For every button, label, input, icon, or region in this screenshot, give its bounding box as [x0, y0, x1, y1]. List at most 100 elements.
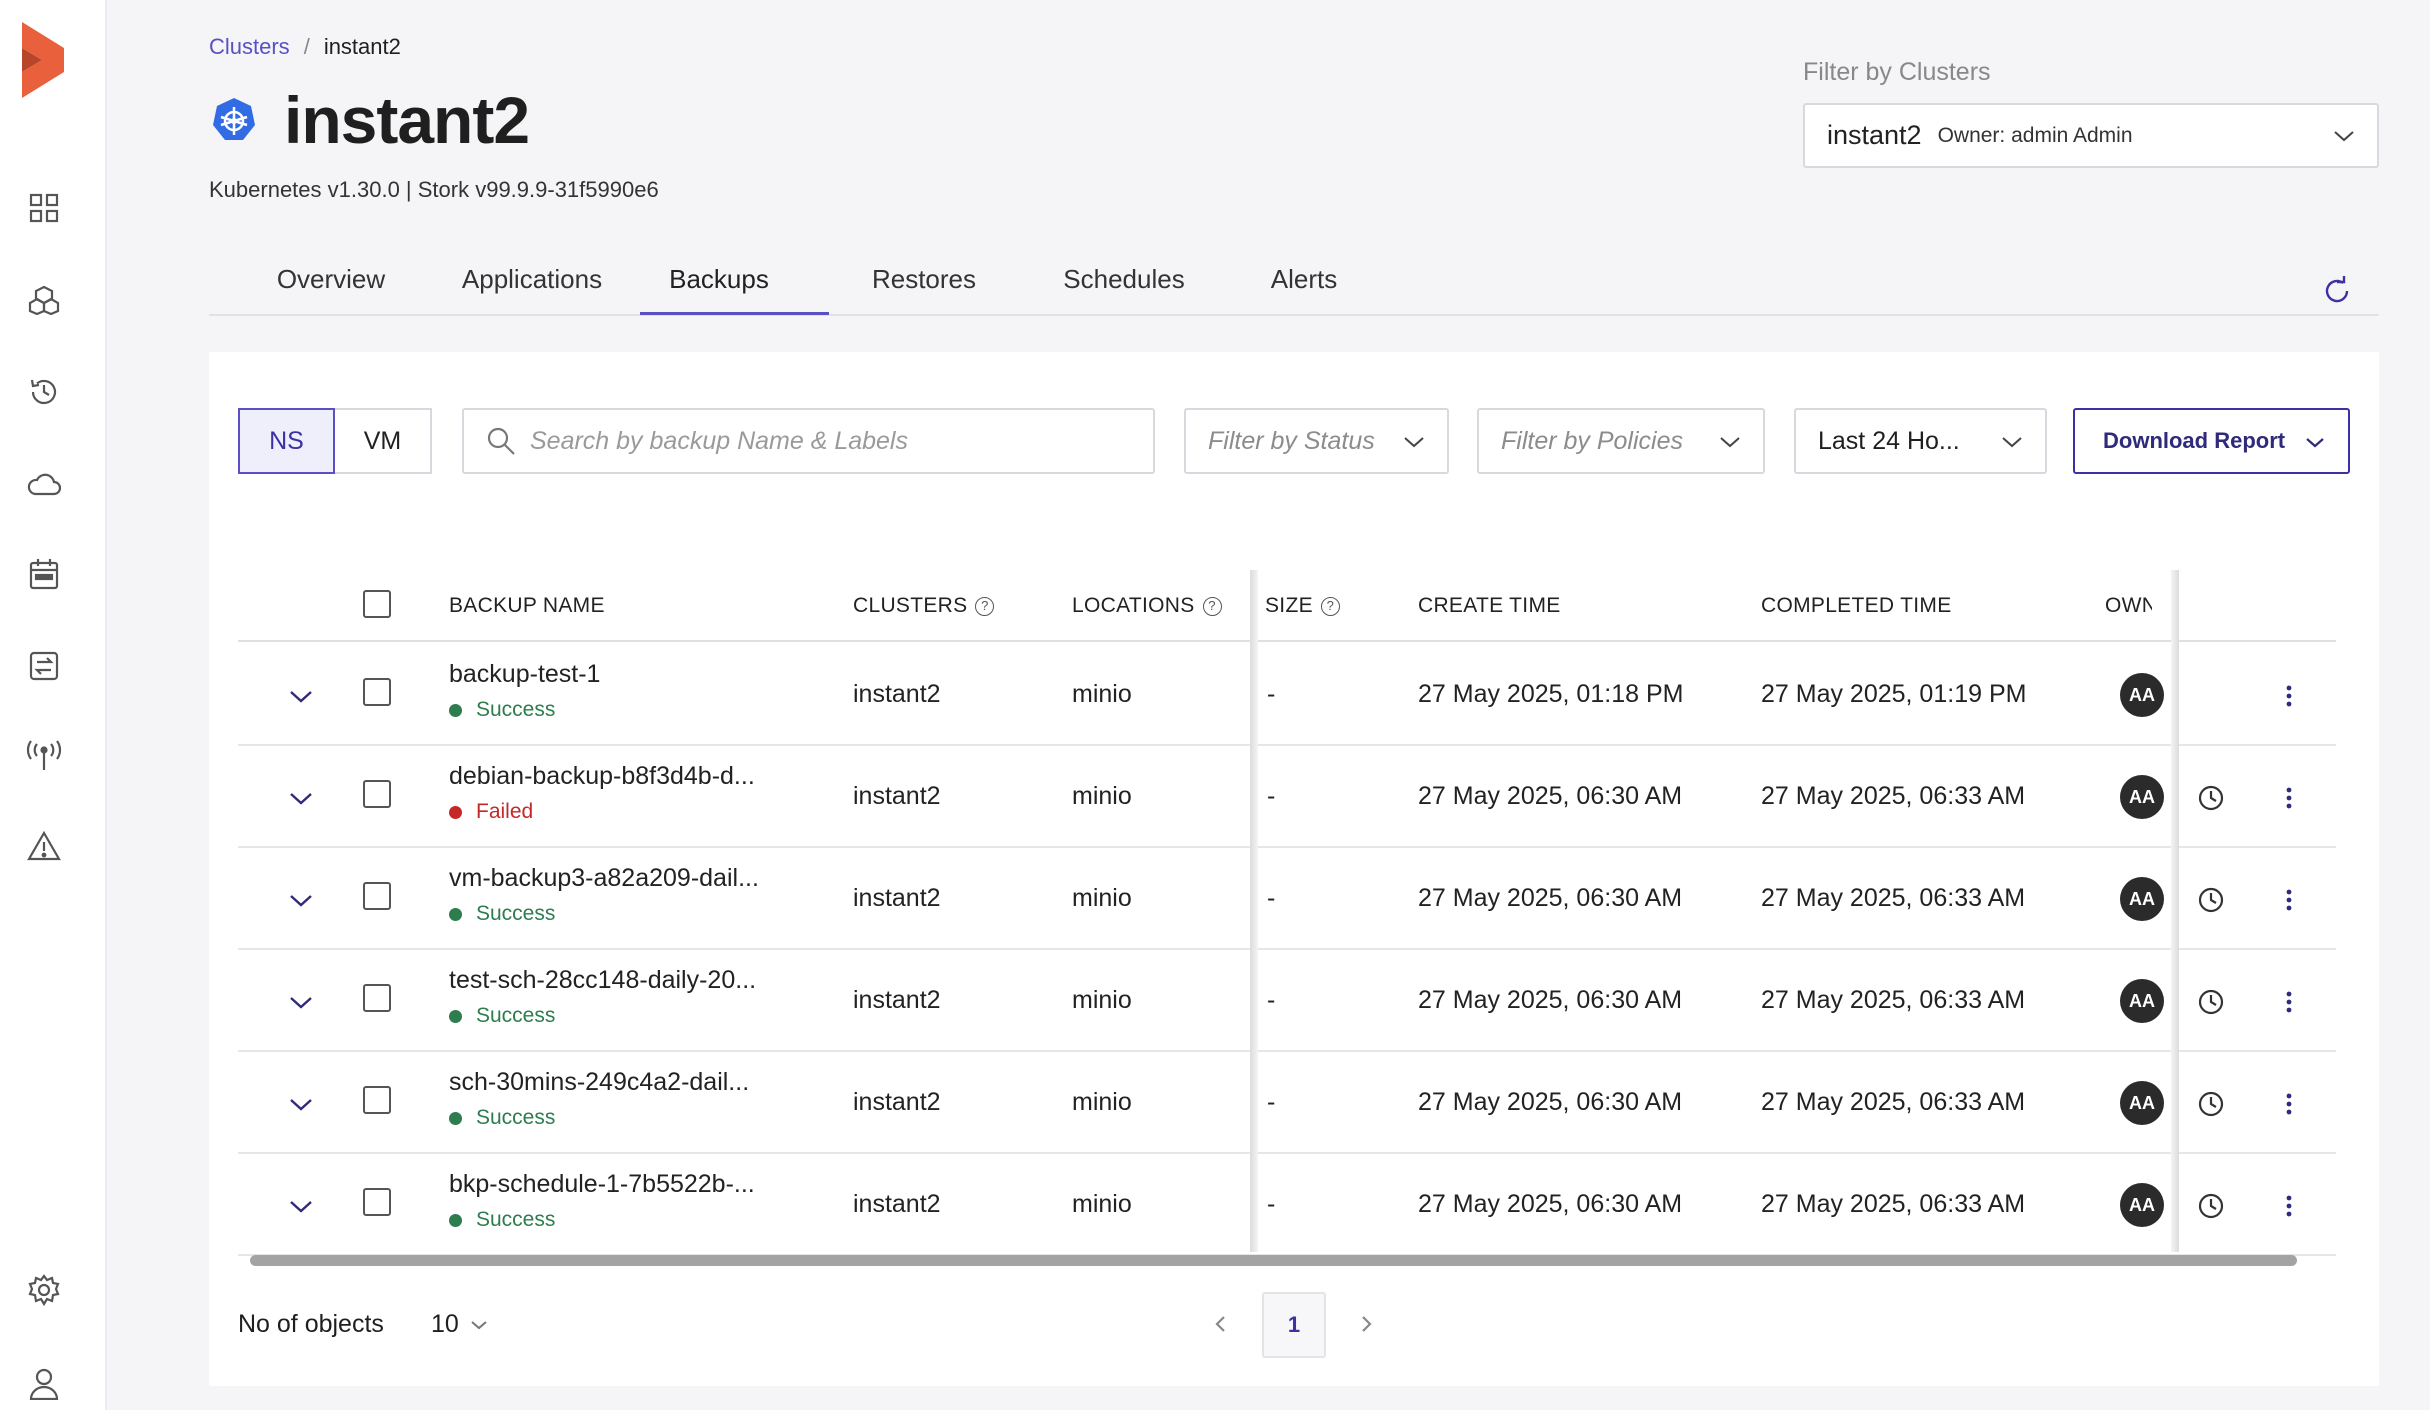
- breadcrumb-clusters-link[interactable]: Clusters: [209, 34, 290, 59]
- backup-name[interactable]: vm-backup3-a82a209-dail...: [449, 864, 759, 893]
- cluster-filter-value: instant2: [1827, 120, 1922, 150]
- backup-name[interactable]: backup-test-1: [449, 660, 600, 689]
- help-icon[interactable]: ?: [1202, 596, 1222, 616]
- tab-applications[interactable]: Applications: [437, 264, 627, 295]
- expand-chevron-icon[interactable]: [286, 784, 316, 814]
- chevron-down-icon: [2306, 438, 2324, 448]
- refresh-icon[interactable]: [2320, 274, 2354, 308]
- table-row[interactable]: vm-backup3-a82a209-dail... Success instant…: [238, 848, 2336, 950]
- status-filter-dropdown[interactable]: Filter by Status: [1184, 408, 1449, 474]
- create-time: 27 May 2025, 06:30 AM: [1418, 884, 1683, 912]
- expand-chevron-icon[interactable]: [286, 1090, 316, 1120]
- transfer-icon[interactable]: [24, 646, 64, 686]
- history-icon[interactable]: [24, 372, 64, 412]
- clock-icon[interactable]: [2196, 1089, 2226, 1119]
- chevron-down-icon: [2002, 437, 2022, 448]
- user-icon[interactable]: [24, 1364, 64, 1404]
- more-options-icon[interactable]: [2274, 783, 2304, 813]
- cluster-name: instant2: [853, 1088, 941, 1116]
- col-owner[interactable]: OWNEF: [2105, 594, 2152, 618]
- applications-icon[interactable]: [24, 280, 64, 320]
- row-checkbox[interactable]: [363, 780, 391, 808]
- cloud-icon[interactable]: [24, 464, 64, 504]
- completed-time: 27 May 2025, 06:33 AM: [1761, 1190, 2026, 1218]
- tab-alerts[interactable]: Alerts: [1239, 264, 1369, 295]
- more-options-icon[interactable]: [2274, 681, 2304, 711]
- row-checkbox[interactable]: [363, 1188, 391, 1216]
- backup-name[interactable]: test-sch-28cc148-daily-20...: [449, 966, 756, 995]
- search-input[interactable]: [530, 426, 1130, 456]
- table-row[interactable]: debian-backup-b8f3d4b-d... Failed instant2…: [238, 746, 2336, 848]
- cluster-filter-select[interactable]: instant2 Owner: admin Admin: [1803, 103, 2379, 168]
- tab-restores[interactable]: Restores: [849, 264, 999, 295]
- completed-time: 27 May 2025, 06:33 AM: [1761, 884, 2026, 912]
- select-all-checkbox[interactable]: [363, 590, 391, 618]
- status-dot: [449, 1009, 462, 1023]
- backup-size: -: [1267, 1190, 1276, 1218]
- clock-icon[interactable]: [2196, 783, 2226, 813]
- cluster-name: instant2: [853, 1190, 941, 1218]
- horizontal-scrollbar[interactable]: [250, 1255, 2297, 1266]
- expand-chevron-icon[interactable]: [286, 886, 316, 916]
- toggle-ns[interactable]: NS: [238, 408, 335, 474]
- location-name: minio: [1072, 986, 1132, 1014]
- tab-schedules[interactable]: Schedules: [1039, 264, 1209, 295]
- clock-icon[interactable]: [2196, 1191, 2226, 1221]
- row-checkbox[interactable]: [363, 1086, 391, 1114]
- table-row[interactable]: test-sch-28cc148-daily-20... Success insta…: [238, 950, 2336, 1052]
- backup-name[interactable]: bkp-schedule-1-7b5522b-...: [449, 1170, 755, 1199]
- antenna-icon[interactable]: [24, 736, 64, 776]
- avatar: AA: [2120, 979, 2164, 1023]
- table-row[interactable]: bkp-schedule-1-7b5522b-... Success instant…: [238, 1154, 2336, 1256]
- help-icon[interactable]: ?: [1320, 596, 1340, 616]
- help-icon[interactable]: ?: [975, 596, 995, 616]
- status-dot: [449, 1213, 462, 1227]
- backup-search-box[interactable]: [462, 408, 1155, 474]
- backup-size: -: [1267, 1088, 1276, 1116]
- more-options-icon[interactable]: [2274, 1191, 2304, 1221]
- expand-chevron-icon[interactable]: [286, 682, 316, 712]
- col-clusters[interactable]: CLUSTERS?: [853, 594, 995, 618]
- more-options-icon[interactable]: [2274, 987, 2304, 1017]
- table-row[interactable]: sch-30mins-249c4a2-dail... Success instant…: [238, 1052, 2336, 1154]
- backup-name[interactable]: debian-backup-b8f3d4b-d...: [449, 762, 755, 791]
- col-create-time[interactable]: CREATE TIME: [1418, 594, 1561, 618]
- row-checkbox[interactable]: [363, 678, 391, 706]
- expand-chevron-icon[interactable]: [286, 988, 316, 1018]
- prev-page-icon[interactable]: [1207, 1310, 1235, 1338]
- objects-per-page-select[interactable]: 10: [431, 1310, 493, 1339]
- next-page-icon[interactable]: [1352, 1310, 1380, 1338]
- policies-filter-dropdown[interactable]: Filter by Policies: [1477, 408, 1765, 474]
- col-backup-name[interactable]: BACKUP NAME: [449, 594, 605, 618]
- time-range-dropdown[interactable]: Last 24 Ho...: [1794, 408, 2047, 474]
- col-size[interactable]: SIZE?: [1265, 594, 1340, 618]
- completed-time: 27 May 2025, 01:19 PM: [1761, 680, 2027, 708]
- more-options-icon[interactable]: [2274, 1089, 2304, 1119]
- brand-logo-icon[interactable]: [20, 20, 66, 100]
- download-report-button[interactable]: Download Report: [2073, 408, 2350, 474]
- col-completed-time[interactable]: COMPLETED TIME: [1761, 594, 1952, 618]
- create-time: 27 May 2025, 06:30 AM: [1418, 986, 1683, 1014]
- row-checkbox[interactable]: [363, 882, 391, 910]
- col-locations[interactable]: LOCATIONS?: [1072, 594, 1222, 618]
- toggle-vm[interactable]: VM: [335, 408, 432, 474]
- completed-time: 27 May 2025, 06:33 AM: [1761, 782, 2026, 810]
- tab-overview[interactable]: Overview: [251, 264, 411, 295]
- alert-icon[interactable]: [24, 826, 64, 866]
- more-options-icon[interactable]: [2274, 885, 2304, 915]
- backup-size: -: [1267, 782, 1276, 810]
- backup-name[interactable]: sch-30mins-249c4a2-dail...: [449, 1068, 749, 1097]
- row-checkbox[interactable]: [363, 984, 391, 1012]
- expand-chevron-icon[interactable]: [286, 1192, 316, 1222]
- page-button[interactable]: 1: [1262, 1292, 1326, 1358]
- dashboard-icon[interactable]: [24, 188, 64, 228]
- clock-icon[interactable]: [2196, 885, 2226, 915]
- table-row[interactable]: backup-test-1 Success instant2 minio - 27 May…: [238, 644, 2336, 746]
- tab-bar: Overview Applications Backups Restores S…: [209, 250, 2379, 316]
- tab-backups[interactable]: Backups: [639, 264, 799, 295]
- breadcrumb-separator: /: [303, 34, 310, 59]
- calendar-icon[interactable]: [24, 554, 64, 594]
- avatar: AA: [2120, 775, 2164, 819]
- clock-icon[interactable]: [2196, 987, 2226, 1017]
- gear-icon[interactable]: [24, 1270, 64, 1310]
